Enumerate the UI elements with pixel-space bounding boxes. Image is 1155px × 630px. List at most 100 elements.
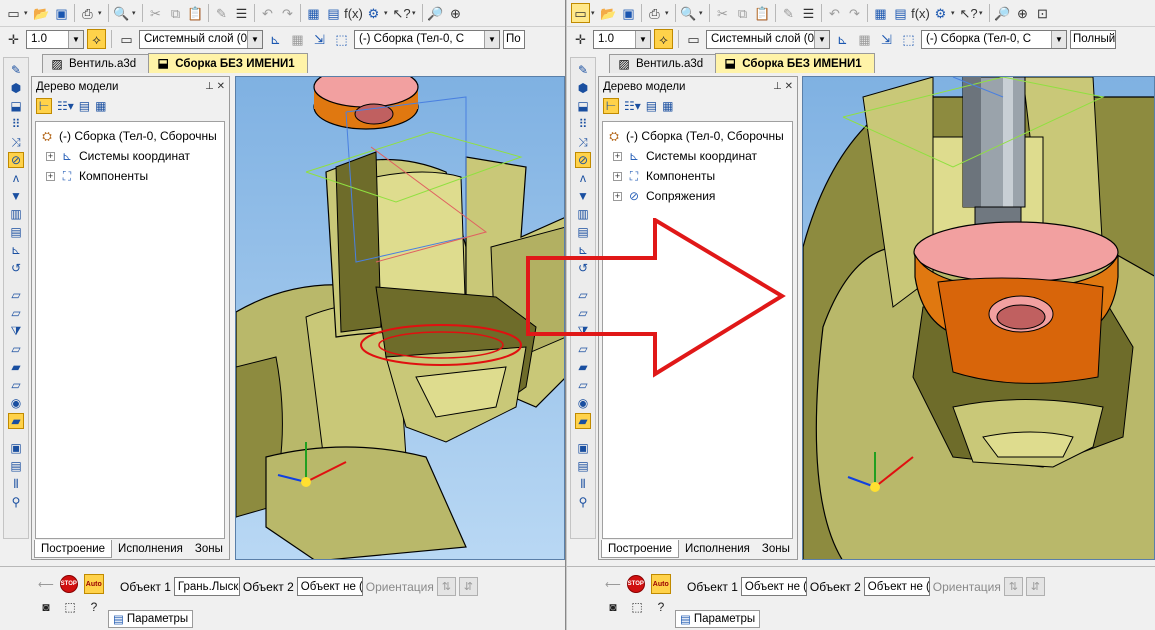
- tool-filter-icon[interactable]: ▼: [575, 188, 591, 204]
- snap-icon[interactable]: ⟡: [87, 29, 106, 49]
- cut-icon[interactable]: ✂: [146, 3, 165, 23]
- tool-plane-4-icon[interactable]: ▱: [575, 341, 591, 357]
- expand-icon[interactable]: +: [613, 171, 622, 181]
- redo-icon[interactable]: ↷: [845, 3, 864, 23]
- measure-dropdown-icon[interactable]: ▾: [384, 9, 391, 17]
- help-icon[interactable]: ?: [86, 599, 102, 615]
- help-pointer-icon[interactable]: ↖?: [959, 3, 978, 23]
- expand-icon[interactable]: +: [613, 151, 622, 161]
- tree-structure-icon[interactable]: ⊢: [36, 98, 52, 114]
- tool-plane-7-icon[interactable]: ◉: [8, 395, 24, 411]
- chevron-down-icon[interactable]: ▼: [484, 30, 499, 48]
- preview-dropdown-icon[interactable]: ▾: [132, 9, 139, 17]
- auto-button[interactable]: Auto: [83, 574, 104, 594]
- paste-icon[interactable]: 📋: [753, 3, 772, 23]
- tree-filter-icon[interactable]: ▦: [662, 99, 673, 113]
- tool-plane-7-icon[interactable]: ◉: [575, 395, 591, 411]
- tab-document-valve[interactable]: ▨ Вентиль.a3d: [42, 54, 150, 73]
- cut-icon[interactable]: ✂: [713, 3, 732, 23]
- tool-surface-icon[interactable]: ▰: [8, 413, 24, 429]
- tool-dimension-icon[interactable]: ⊾: [575, 242, 591, 258]
- tab-build[interactable]: Построение: [34, 540, 113, 558]
- orientation-opposite-icon[interactable]: ⇵: [458, 577, 478, 596]
- chevron-down-icon[interactable]: ▼: [635, 30, 650, 48]
- assembly-combo[interactable]: (-) Сборка (Тел-0, С ▼: [354, 29, 500, 49]
- expand-icon[interactable]: +: [46, 171, 55, 181]
- lcs-icon[interactable]: ⊾: [266, 29, 285, 49]
- help-dropdown-icon[interactable]: ▾: [412, 9, 419, 17]
- format-brush-icon[interactable]: ✎: [779, 3, 798, 23]
- tool-component-icon[interactable]: ⬢: [575, 80, 591, 96]
- tool-plane-5-icon[interactable]: ▰: [8, 359, 24, 375]
- paste-icon[interactable]: 📋: [186, 3, 205, 23]
- tab-build[interactable]: Построение: [601, 540, 680, 558]
- tool-surface-icon[interactable]: ▰: [575, 413, 591, 429]
- tool-plane-3-icon[interactable]: ⧩: [8, 323, 24, 339]
- copy-icon[interactable]: ⧉: [733, 3, 752, 23]
- undo-icon[interactable]: ↶: [258, 3, 277, 23]
- tool-edit-assembly-icon[interactable]: ✎: [575, 62, 591, 78]
- cursor-coords-icon[interactable]: ✛: [571, 29, 590, 49]
- tab-zones[interactable]: Зоны: [756, 540, 796, 558]
- cursor-coords-icon[interactable]: ✛: [4, 29, 23, 49]
- tool-plane-3-icon[interactable]: ⧩: [575, 323, 591, 339]
- tool-plane-5-icon[interactable]: ▰: [575, 359, 591, 375]
- layer-combo[interactable]: Системный слой (0) ▼: [706, 29, 830, 49]
- tool-move-icon[interactable]: ⤨: [8, 134, 24, 150]
- tool-plane-6-icon[interactable]: ▱: [8, 377, 24, 393]
- print-dropdown-icon[interactable]: ▾: [665, 9, 672, 17]
- tool-edit-assembly-icon[interactable]: ✎: [8, 62, 24, 78]
- tool-mate-icon[interactable]: ⊘: [8, 152, 24, 168]
- back-arrow-icon[interactable]: ⟵: [38, 578, 54, 591]
- tree-item-components[interactable]: + ⛶ Компоненты: [36, 166, 224, 186]
- tool-plane-2-icon[interactable]: ▱: [8, 305, 24, 321]
- open-icon[interactable]: 📂: [599, 3, 618, 23]
- tree-filter-icon[interactable]: ▦: [95, 99, 106, 113]
- tab-parameters[interactable]: ▤ Параметры: [675, 610, 761, 628]
- tool-plane-1-icon[interactable]: ▱: [8, 287, 24, 303]
- tool-explode-icon[interactable]: ⫴: [8, 476, 24, 492]
- chevron-down-icon[interactable]: ▼: [1051, 30, 1066, 48]
- undo-icon[interactable]: ↶: [825, 3, 844, 23]
- frame-icon[interactable]: ⬚: [629, 599, 645, 615]
- tree-mode-icon[interactable]: ☷▾: [57, 99, 74, 113]
- tab-document-assembly[interactable]: ⬓ Сборка БЕЗ ИМЕНИ1: [715, 53, 875, 73]
- open-icon[interactable]: 📂: [32, 3, 51, 23]
- preview-icon[interactable]: 🔍: [112, 3, 131, 23]
- zoom-fit-icon[interactable]: ⊡: [1033, 3, 1052, 23]
- print-icon[interactable]: ⎙: [78, 3, 97, 23]
- tool-dimension-icon[interactable]: ⊾: [8, 242, 24, 258]
- tool-curve-icon[interactable]: ʌ: [8, 170, 24, 186]
- layer-icon[interactable]: ▭: [117, 29, 136, 49]
- tree-mode-icon[interactable]: ☷▾: [624, 99, 641, 113]
- tool-view-icon[interactable]: ▣: [575, 440, 591, 456]
- tool-report-icon[interactable]: ▤: [575, 458, 591, 474]
- preview-dropdown-icon[interactable]: ▾: [699, 9, 706, 17]
- camera-icon[interactable]: ◙: [605, 599, 621, 615]
- tool-array-icon[interactable]: ⠿: [8, 116, 24, 132]
- orientation-icon[interactable]: ⇲: [877, 29, 896, 49]
- tree-structure-icon[interactable]: ⊢: [603, 98, 619, 114]
- save-icon[interactable]: ▣: [52, 3, 71, 23]
- orientation-icon[interactable]: ⇲: [310, 29, 329, 49]
- tab-versions[interactable]: Исполнения: [112, 540, 189, 558]
- measure-icon[interactable]: ⚙: [931, 3, 950, 23]
- new-dropdown-icon[interactable]: ▾: [591, 9, 598, 17]
- orientation-same-icon[interactable]: ⇅: [1003, 577, 1023, 596]
- variables-icon[interactable]: f(x): [344, 3, 363, 23]
- auto-button[interactable]: Auto: [650, 574, 671, 594]
- measure-icon[interactable]: ⚙: [364, 3, 383, 23]
- tab-versions[interactable]: Исполнения: [679, 540, 756, 558]
- properties-icon[interactable]: ☰: [799, 3, 818, 23]
- manager-icon[interactable]: ▦: [871, 3, 890, 23]
- stop-button[interactable]: STOP: [59, 575, 78, 593]
- tree-root[interactable]: ⛭ (-) Сборка (Тел-0, Сборочны: [36, 126, 224, 146]
- variables-icon[interactable]: f(x): [911, 3, 930, 23]
- tab-document-assembly[interactable]: ⬓ Сборка БЕЗ ИМЕНИ1: [148, 53, 308, 73]
- chevron-down-icon[interactable]: ▼: [68, 30, 83, 48]
- tool-plane-4-icon[interactable]: ▱: [8, 341, 24, 357]
- help-icon[interactable]: ?: [653, 599, 669, 615]
- print-dropdown-icon[interactable]: ▾: [98, 9, 105, 17]
- view-mode-combo[interactable]: Полный: [1070, 29, 1116, 49]
- tool-view-icon[interactable]: ▣: [8, 440, 24, 456]
